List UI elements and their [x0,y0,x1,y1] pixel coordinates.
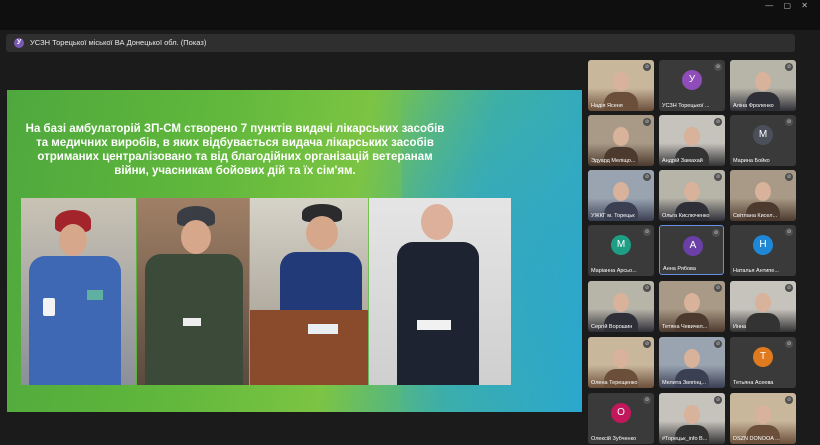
photo-woman-with-medicine [21,198,136,385]
participant-name: УЖКГ м. Торецьк [591,213,635,219]
participant-avatar: Н [753,235,773,255]
mic-muted-icon: ⊘ [714,284,722,292]
photo-man-holding-box [369,198,511,385]
participant-name: Ольга Кислюченко [662,213,710,219]
mic-muted-icon: ⊘ [643,173,651,181]
participant-tile[interactable]: ⊘ Надія Ясеня [588,60,654,111]
participant-name: Маріанна Арсьо... [591,268,637,274]
participant-tile[interactable]: ⊘ Ольга Кислюченко [659,170,725,221]
mic-muted-icon: ⊘ [714,173,722,181]
slide-text: На базі амбулаторій ЗП-СМ створено 7 пун… [25,123,445,177]
mic-muted-icon: ⊘ [785,396,793,404]
participant-name: Олена Терещенко [591,380,638,386]
participant-name: Анна Рябова [663,266,696,272]
mic-muted-icon: ⊘ [643,396,651,404]
mic-muted-icon: ⊘ [712,229,720,237]
participant-tile[interactable]: О ⊘ Олексій Зубченко [588,393,654,444]
participant-avatar: М [611,235,631,255]
participant-avatar: А [683,236,703,256]
participant-tile[interactable]: М ⊘ Маріанна Арсьо... [588,225,654,276]
participant-name: Сергій Ворошин [591,324,633,330]
participant-tile[interactable]: Н ⊘ Наталья Антипе... [730,225,796,276]
shared-slide: На базі амбулаторій ЗП-СМ створено 7 пун… [7,90,582,412]
participant-tile[interactable]: ⊘ Инна [730,281,796,332]
participant-tile[interactable]: ⊘ Олена Терещенко [588,337,654,388]
mic-muted-icon: ⊘ [714,396,722,404]
participant-avatar: Т [753,347,773,367]
mic-muted-icon: ⊘ [643,118,651,126]
screen-share-bar: У УСЗН Торецької міської ВА Донецької об… [6,34,795,52]
window-top-bar: — ▢ ✕ [0,0,820,30]
mic-muted-icon: ⊘ [785,118,793,126]
participant-tile[interactable]: ⊘ Эдуард Меліщо... [588,115,654,166]
mic-muted-icon: ⊘ [643,340,651,348]
participant-tile[interactable]: ⊘ #Торецьк_info В... [659,393,725,444]
mic-muted-icon: ⊘ [714,340,722,348]
participant-avatar: О [611,403,631,423]
participant-tile[interactable]: ⊘ Сергій Ворошин [588,281,654,332]
mic-muted-icon: ⊘ [785,173,793,181]
photo-man-in-cap [137,198,249,385]
participant-avatar: У [682,70,702,90]
participant-name: Тетьяна Асеева [733,380,774,386]
presenter-avatar: У [14,38,24,48]
participant-tile[interactable]: ⊘ Світлана Кисел... [730,170,796,221]
participant-tile[interactable]: М ⊘ Марина Бойко [730,115,796,166]
participant-name: Надія Ясеня [591,103,623,109]
participant-name: Тетяна Чевичел... [662,324,708,330]
participant-name: Мелита Звягінц... [662,380,707,386]
participant-name: DSZN DONOOA ... [733,436,780,442]
mic-muted-icon: ⊘ [785,228,793,236]
participant-tile[interactable]: А ⊘ Анна Рябова [659,225,724,275]
participant-tile[interactable]: У ⊘ УСЗН Торецької ... [659,60,725,111]
mic-muted-icon: ⊘ [643,63,651,71]
participant-avatar: М [753,125,773,145]
participant-tile[interactable]: ⊘ УЖКГ м. Торецьк [588,170,654,221]
mic-muted-icon: ⊘ [643,284,651,292]
photo-man-at-table [250,198,368,385]
participant-name: Наталья Антипе... [733,268,779,274]
mic-muted-icon: ⊘ [714,63,722,71]
mic-muted-icon: ⊘ [714,118,722,126]
participant-tile[interactable]: ⊘ DSZN DONOOA ... [730,393,796,444]
mic-muted-icon: ⊘ [785,284,793,292]
participant-tile[interactable]: Т ⊘ Тетьяна Асеева [730,337,796,388]
participant-name: #Торецьк_info В... [662,436,708,442]
participant-name: Аліна Фроленко [733,103,774,109]
participant-name: Марина Бойко [733,158,770,164]
participant-name: УСЗН Торецької ... [662,103,710,109]
mic-muted-icon: ⊘ [643,228,651,236]
participant-name: Світлана Кисел... [733,213,778,219]
participant-tile[interactable]: ⊘ Аліна Фроленко [730,60,796,111]
mic-muted-icon: ⊘ [785,340,793,348]
mic-muted-icon: ⊘ [785,63,793,71]
participant-name: Андрій Замахай [662,158,703,164]
participant-name: Эдуард Меліщо... [591,158,636,164]
participant-name: Инна [733,324,747,330]
participant-name: Олексій Зубченко [591,436,637,442]
participant-tile[interactable]: ⊘ Андрій Замахай [659,115,725,166]
screen-share-title: УСЗН Торецької міської ВА Донецької обл.… [30,38,207,47]
participant-tile[interactable]: ⊘ Тетяна Чевичел... [659,281,725,332]
participant-tile[interactable]: ⊘ Мелита Звягінц... [659,337,725,388]
window-controls[interactable]: — ▢ ✕ [765,1,812,10]
